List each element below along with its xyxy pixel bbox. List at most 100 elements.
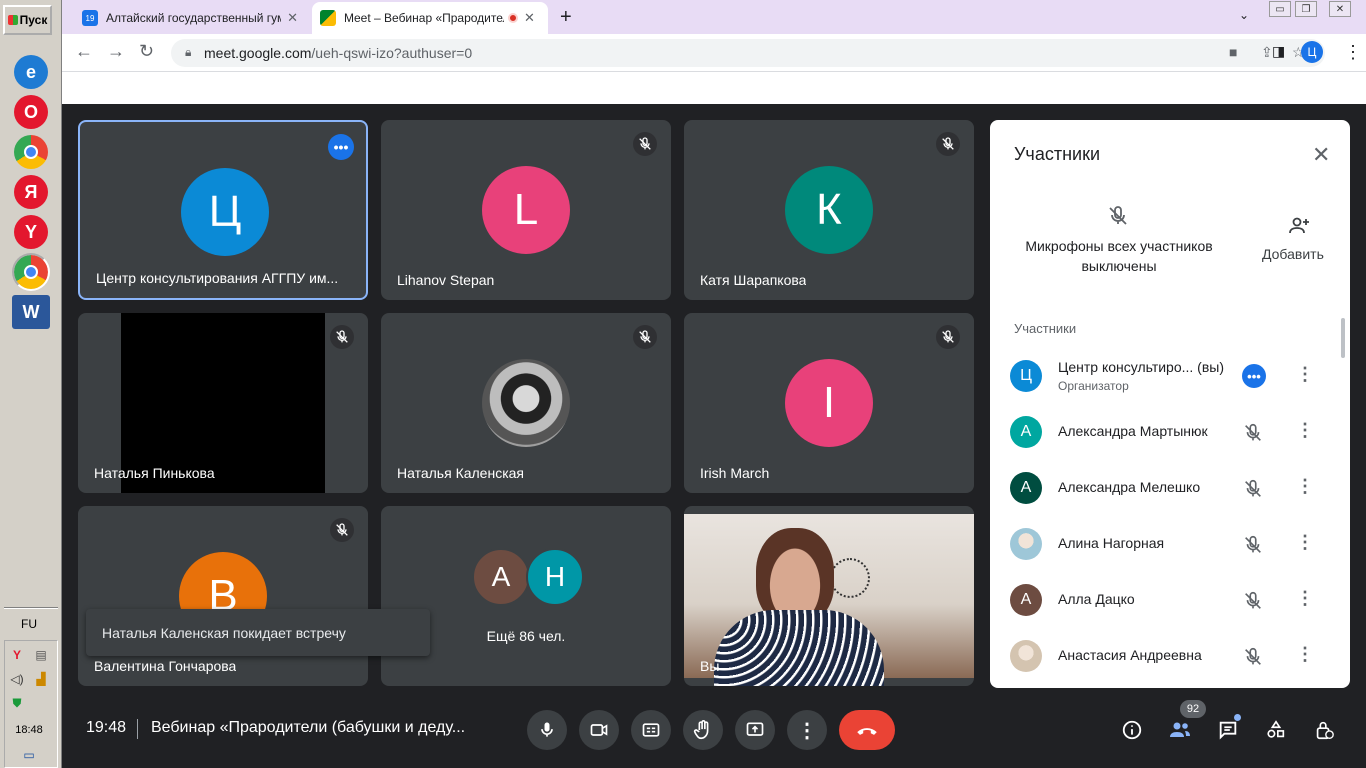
- raise-hand-button[interactable]: [683, 710, 723, 750]
- present-button[interactable]: [735, 710, 775, 750]
- yandex-browser-icon[interactable]: Y: [14, 215, 48, 249]
- participant-role: Организатор: [1058, 379, 1129, 393]
- participant-menu-icon[interactable]: ⋮: [1296, 420, 1314, 441]
- chat-icon: [1219, 721, 1237, 740]
- activities-button[interactable]: [1260, 714, 1292, 746]
- participant-tile[interactable]: А Н Ещё 86 чел.: [381, 506, 671, 686]
- volume-icon[interactable]: ◁): [9, 671, 25, 687]
- forward-arrow-icon[interactable]: →: [107, 41, 125, 62]
- network-icon[interactable]: ▟: [33, 671, 49, 687]
- chrome-icon[interactable]: [14, 135, 48, 169]
- share-icon[interactable]: ⇪: [1261, 44, 1273, 61]
- add-person-icon[interactable]: [1287, 214, 1311, 243]
- close-window-button[interactable]: ✕: [1329, 1, 1351, 17]
- participant-tile[interactable]: Наталья Каленская: [381, 313, 671, 493]
- participant-menu-icon[interactable]: ⋮: [1296, 588, 1314, 609]
- address-bar: ← → ↻ 🔒︎ meet.google.com/ueh-qswi-izo?au…: [62, 34, 1366, 72]
- participant-tile[interactable]: Вы: [684, 506, 974, 686]
- participant-row[interactable]: А Алла Дацко ⋮: [990, 572, 1342, 628]
- tab-title: Алтайский государственный гума: [106, 11, 282, 25]
- new-tab-button[interactable]: +: [560, 6, 572, 29]
- yandex-icon[interactable]: Я: [14, 175, 48, 209]
- participant-name: Наталья Каленская: [397, 465, 524, 481]
- reload-icon[interactable]: ↻: [139, 41, 154, 62]
- participant-avatar: А: [472, 548, 530, 606]
- word-icon[interactable]: W: [12, 295, 50, 329]
- meeting-clock: 19:48: [86, 719, 127, 736]
- close-icon[interactable]: ✕: [287, 10, 298, 26]
- start-button[interactable]: Пуск: [3, 5, 52, 35]
- participant-row[interactable]: Ц Центр консультиро... (вы) Организатор •••…: [990, 348, 1342, 404]
- camera-icon[interactable]: ■: [1229, 44, 1237, 60]
- notification-toast: Наталья Каленская покидает встречу: [86, 609, 430, 656]
- lock-icon: 🔒︎: [185, 45, 192, 59]
- minimize-button[interactable]: ▭: [1269, 1, 1291, 17]
- more-options-icon[interactable]: •••: [1242, 364, 1266, 388]
- participant-tile[interactable]: В Валентина Гончарова: [78, 506, 368, 686]
- mic-off-icon: [330, 325, 354, 349]
- screen: Пуск eOЯYW FU Y ▤ ◁) ▟ ⛊ ▭ 18:48 19 Алта…: [0, 0, 1366, 768]
- microphone-button[interactable]: [527, 710, 567, 750]
- section-label: Участники: [1014, 321, 1077, 336]
- desktop-icon[interactable]: ▭: [21, 747, 37, 763]
- participants-button[interactable]: [1164, 714, 1196, 746]
- more-options-button[interactable]: ⋮: [787, 710, 827, 750]
- language-indicator[interactable]: FU: [0, 617, 58, 631]
- url-field[interactable]: 🔒︎ meet.google.com/ueh-qswi-izo?authuser…: [171, 39, 1325, 67]
- meeting-title: Вебинар «Прародители (бабушки и деду...: [151, 719, 466, 736]
- participant-name: Lihanov Stepan: [397, 272, 495, 288]
- participant-menu-icon[interactable]: ⋮: [1296, 644, 1314, 665]
- participant-tile[interactable]: I Irish March: [684, 313, 974, 493]
- start-label: Пуск: [19, 13, 48, 27]
- present-screen-icon: [746, 722, 764, 736]
- chrome-profile-icon[interactable]: [12, 253, 50, 291]
- participant-avatar: К: [785, 166, 873, 254]
- shield-icon[interactable]: ⛊: [9, 695, 25, 711]
- chrome-center: [24, 265, 38, 279]
- participant-row[interactable]: А Александра Мартынюк ⋮: [990, 404, 1342, 460]
- host-controls-button[interactable]: [1308, 714, 1340, 746]
- restore-button[interactable]: ❐: [1295, 1, 1317, 17]
- participant-row[interactable]: Алина Нагорная ⋮: [990, 516, 1342, 572]
- participant-row[interactable]: А Александра Мелешко ⋮: [990, 460, 1342, 516]
- end-call-button[interactable]: [839, 710, 895, 750]
- participant-menu-icon[interactable]: ⋮: [1296, 476, 1314, 497]
- profile-avatar[interactable]: Ц: [1301, 41, 1323, 63]
- chevron-down-icon[interactable]: ⌄: [1239, 8, 1249, 22]
- mic-off-icon: [1242, 646, 1264, 673]
- participant-tile[interactable]: L Lihanov Stepan: [381, 120, 671, 300]
- back-arrow-icon[interactable]: ←: [75, 41, 93, 62]
- tab-strip: 19 Алтайский государственный гума ✕ Meet…: [62, 0, 1366, 34]
- unread-dot: [1234, 714, 1241, 721]
- chrome-center: [24, 145, 38, 159]
- more-options-icon[interactable]: •••: [328, 134, 354, 160]
- menu-kebab-icon[interactable]: ⋮: [1344, 42, 1362, 63]
- participant-menu-icon[interactable]: ⋮: [1296, 364, 1314, 385]
- yandex-tray-icon[interactable]: Y: [9, 647, 25, 663]
- participant-avatar: А: [1010, 584, 1042, 616]
- participant-menu-icon[interactable]: ⋮: [1296, 532, 1314, 553]
- tab-university[interactable]: 19 Алтайский государственный гума ✕: [74, 2, 306, 34]
- calendar-icon: 19: [82, 10, 98, 26]
- participant-name: Катя Шарапкова: [700, 272, 807, 288]
- add-participant-button[interactable]: Добавить: [1262, 246, 1324, 262]
- meeting-details-button[interactable]: [1116, 714, 1148, 746]
- participant-tile[interactable]: Наталья Пинькова: [78, 313, 368, 493]
- opera-icon[interactable]: O: [14, 95, 48, 129]
- participant-tile[interactable]: Ц ••• Центр консультирования АГГПУ им...: [78, 120, 368, 300]
- participant-tile[interactable]: К Катя Шарапкова: [684, 120, 974, 300]
- tab-meet[interactable]: Meet – Вебинар «Прародители ✕: [312, 2, 548, 34]
- close-icon[interactable]: ✕: [1312, 142, 1330, 168]
- clipboard-icon[interactable]: ▤: [33, 647, 49, 663]
- captions-button[interactable]: [631, 710, 671, 750]
- side-panel-icon[interactable]: ◨: [1272, 43, 1285, 60]
- participant-avatar: [1010, 640, 1042, 672]
- windows-taskbar: Пуск eOЯYW FU Y ▤ ◁) ▟ ⛊ ▭ 18:48: [0, 0, 62, 768]
- close-icon[interactable]: ✕: [524, 10, 535, 26]
- participant-row[interactable]: Анастасия Андреевна ⋮: [990, 628, 1342, 684]
- participant-avatar: I: [785, 359, 873, 447]
- tab-title: Meet – Вебинар «Прародители: [344, 11, 504, 25]
- taskbar-divider: [4, 607, 58, 609]
- camera-button[interactable]: [579, 710, 619, 750]
- internet-explorer-icon[interactable]: e: [14, 55, 48, 89]
